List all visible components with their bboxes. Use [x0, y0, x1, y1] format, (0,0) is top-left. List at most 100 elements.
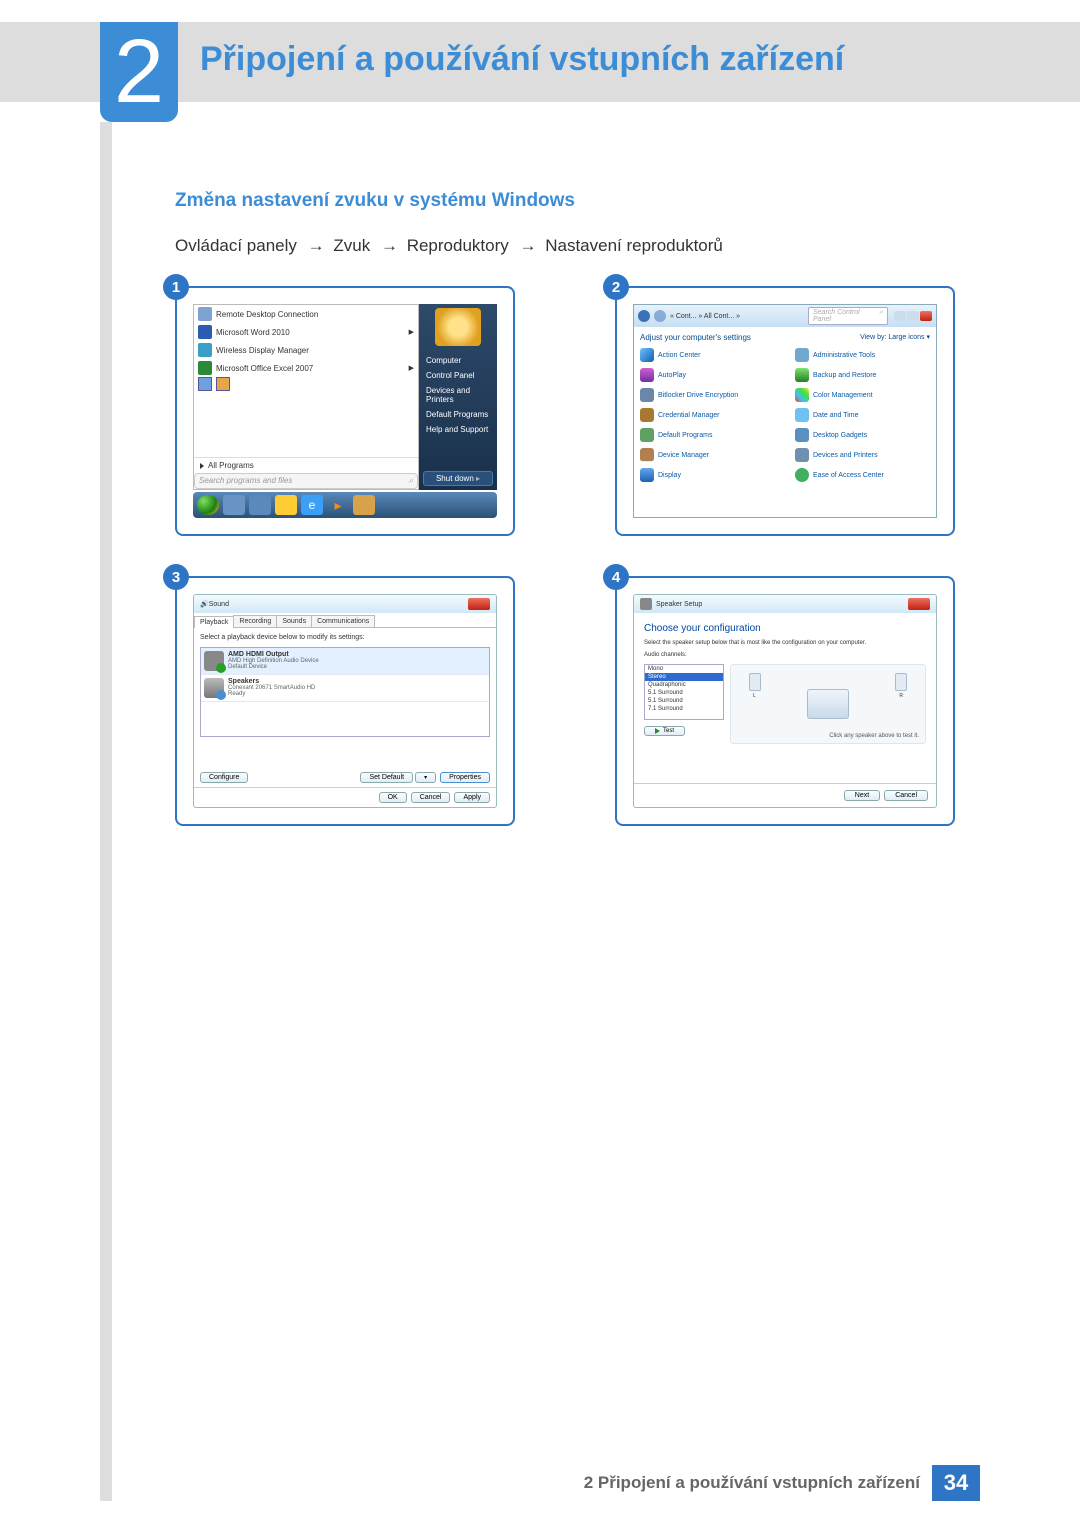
bitlocker-icon	[640, 388, 654, 402]
ease-of-access-icon	[795, 468, 809, 482]
cp-link: Bitlocker Drive Encryption	[658, 392, 738, 399]
close-icon	[908, 598, 930, 610]
sound-dialog-screenshot: 🔊 Sound Playback Recording Sounds Commun…	[175, 576, 515, 826]
screenshot-2: 2 « Cont... » All Cont... » Search Contr…	[615, 286, 955, 536]
device-state: Ready	[228, 691, 315, 697]
cp-link: Display	[658, 472, 681, 479]
check-icon	[216, 663, 226, 673]
audio-channels-label: Audio channels:	[644, 652, 926, 658]
next-button: Next	[844, 790, 880, 801]
list-option-selected: Stereo	[645, 673, 723, 681]
screenshot-4: 4 Speaker Setup Choose your configuratio…	[615, 576, 955, 826]
play-icon	[655, 728, 660, 734]
minimize-icon	[894, 311, 906, 321]
chapter-number-badge: 2	[100, 22, 178, 122]
choose-config-text: Select the speaker setup below that is m…	[644, 640, 926, 646]
cp-link: AutoPlay	[658, 372, 686, 379]
devices-printers-icon	[795, 448, 809, 462]
hdmi-icon	[204, 651, 224, 671]
arrow-icon: →	[308, 236, 323, 255]
chapter-title: Připojení a používání vstupních zařízení	[200, 40, 844, 79]
display-icon	[640, 468, 654, 482]
right-menu-item: Computer	[423, 354, 493, 367]
chevron-right-icon	[200, 463, 204, 469]
maximize-icon	[907, 311, 919, 321]
taskbar-icon	[223, 495, 245, 515]
arrow-icon: →	[381, 236, 396, 255]
dialog-title: Sound	[209, 601, 229, 608]
menu-item: Remote Desktop Connection	[216, 310, 318, 319]
step-number-2: 2	[603, 274, 629, 300]
arrow-icon: →	[519, 236, 534, 255]
monitor-icon	[807, 689, 849, 719]
ok-button: OK	[379, 792, 407, 803]
pinned-icon	[198, 377, 212, 391]
tab-playback: Playback	[194, 616, 234, 628]
view-by-dropdown: View by: Large icons ▾	[860, 333, 930, 342]
menu-item: Wireless Display Manager	[216, 346, 309, 355]
color-mgmt-icon	[795, 388, 809, 402]
app-icon	[198, 325, 212, 339]
cp-link: Administrative Tools	[813, 352, 875, 359]
search-icon: ⌕	[879, 309, 883, 323]
start-orb-icon	[197, 495, 219, 515]
right-menu-item: Help and Support	[423, 423, 493, 436]
page-number: 34	[932, 1465, 980, 1501]
list-option: 7.1 Surround	[645, 705, 723, 713]
device-state: Default Device	[228, 664, 319, 670]
speaker-icon	[640, 598, 652, 610]
cp-link: Action Center	[658, 352, 700, 359]
set-default-button: Set Default	[360, 772, 413, 783]
autoplay-icon	[640, 368, 654, 382]
page-content: Změna nastavení zvuku v systému Windows …	[175, 190, 980, 826]
path-step: Zvuk	[333, 236, 370, 255]
right-speaker-icon	[895, 673, 907, 691]
app-icon	[198, 361, 212, 375]
right-menu-item: Control Panel	[423, 369, 493, 382]
app-icon	[198, 343, 212, 357]
set-default-dropdown: ▾	[415, 772, 436, 783]
gadgets-icon	[795, 428, 809, 442]
speaker-icon: 🔊	[200, 600, 209, 608]
properties-button: Properties	[440, 772, 490, 783]
device-name: Speakers	[228, 678, 315, 685]
tab-sounds: Sounds	[276, 615, 312, 627]
close-icon	[920, 311, 932, 321]
adjust-settings-label: Adjust your computer's settings	[640, 333, 751, 342]
configure-button: Configure	[200, 772, 248, 783]
audio-channels-listbox: Mono Stereo Quadraphonic 5.1 Surround 5.…	[644, 664, 724, 720]
shutdown-button: Shut down ▸	[423, 471, 493, 486]
cp-link: Color Management	[813, 392, 873, 399]
search-icon: ⌕	[409, 476, 413, 486]
address-crumb: « Cont... » All Cont... »	[670, 313, 740, 320]
step-number-3: 3	[163, 564, 189, 590]
device-name: AMD HDMI Output	[228, 651, 319, 658]
screenshots-grid: 1 Remote Desktop Connection Microsoft Wo…	[175, 286, 980, 826]
chevron-right-icon: ▶	[409, 364, 414, 372]
nav-forward-icon	[654, 310, 666, 322]
speaker-diagram: Click any speaker above to test it. L R	[730, 664, 926, 744]
speaker-label-r: R	[899, 693, 903, 699]
speaker-device-icon	[204, 678, 224, 698]
dialog-title: Speaker Setup	[656, 601, 702, 608]
user-picture-icon	[435, 308, 481, 346]
credential-icon	[640, 408, 654, 422]
admin-tools-icon	[795, 348, 809, 362]
start-search-input: Search programs and files⌕	[194, 473, 418, 489]
apply-button: Apply	[454, 792, 490, 803]
action-center-icon	[640, 348, 654, 362]
check-icon	[216, 690, 226, 700]
list-option: 5.1 Surround	[645, 689, 723, 697]
left-margin-bar	[100, 122, 112, 1501]
taskbar-ie-icon: e	[301, 495, 323, 515]
cancel-button: Cancel	[411, 792, 451, 803]
screenshot-3: 3 🔊 Sound Playback Recording Sounds Comm…	[175, 576, 515, 826]
list-option: 5.1 Surround	[645, 697, 723, 705]
footer-text: 2 Připojení a používání vstupních zaříze…	[584, 1473, 932, 1493]
taskbar-icon	[249, 495, 271, 515]
start-menu-screenshot: Remote Desktop Connection Microsoft Word…	[175, 286, 515, 536]
cp-link: Device Manager	[658, 452, 709, 459]
default-programs-icon	[640, 428, 654, 442]
diagram-hint: Click any speaker above to test it.	[829, 733, 919, 739]
cp-link: Backup and Restore	[813, 372, 876, 379]
